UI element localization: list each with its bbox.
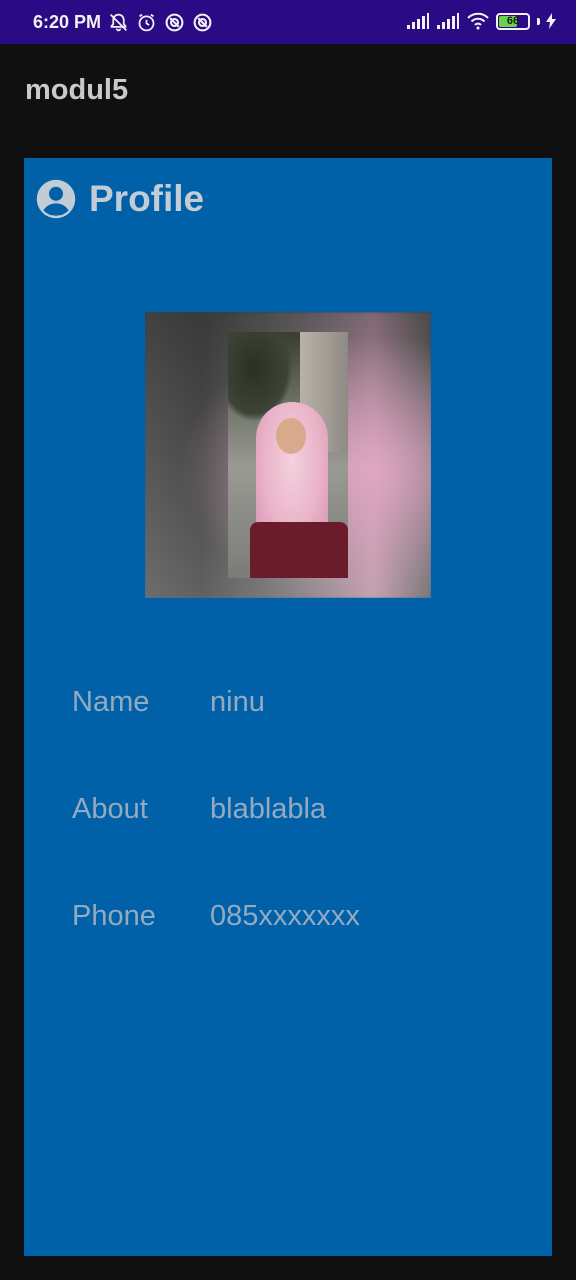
app-status-icon <box>192 12 213 33</box>
alarm-icon <box>136 12 157 33</box>
photo-portrait <box>228 332 348 578</box>
about-label: About <box>72 793 148 825</box>
app-status-icon <box>164 12 185 33</box>
status-bar: 6:20 PM 66 <box>0 0 576 44</box>
status-right-icons: 66 <box>406 12 556 30</box>
account-circle-icon <box>35 178 77 220</box>
profile-photo <box>145 312 431 598</box>
cellular-signal-icon <box>406 12 430 30</box>
photo-body <box>250 522 348 578</box>
app-bar: modul5 <box>0 44 576 140</box>
status-left-icons <box>108 12 213 33</box>
photo-face <box>276 418 306 454</box>
app-title: modul5 <box>25 74 129 106</box>
wifi-icon <box>466 12 490 30</box>
phone-value: 085xxxxxxx <box>210 900 360 932</box>
info-row-name: Name ninu <box>72 686 265 719</box>
card-header: Profile <box>35 178 204 220</box>
status-time: 6:20 PM <box>33 12 102 32</box>
cellular-signal-icon <box>436 12 460 30</box>
name-label: Name <box>72 686 150 718</box>
notifications-off-icon <box>108 12 129 33</box>
info-row-about: About blablabla <box>72 793 326 826</box>
profile-card: Profile Name ninu About blablabla Phone … <box>24 158 552 1256</box>
battery-level: 66 <box>506 15 520 27</box>
phone-label: Phone <box>72 900 156 932</box>
charging-icon <box>546 13 556 29</box>
card-title: Profile <box>89 178 205 219</box>
battery-cap <box>537 17 540 25</box>
about-value: blablabla <box>210 793 327 825</box>
battery-icon: 66 <box>496 12 530 30</box>
name-value: ninu <box>210 686 265 718</box>
info-row-phone: Phone 085xxxxxxx <box>72 900 360 933</box>
